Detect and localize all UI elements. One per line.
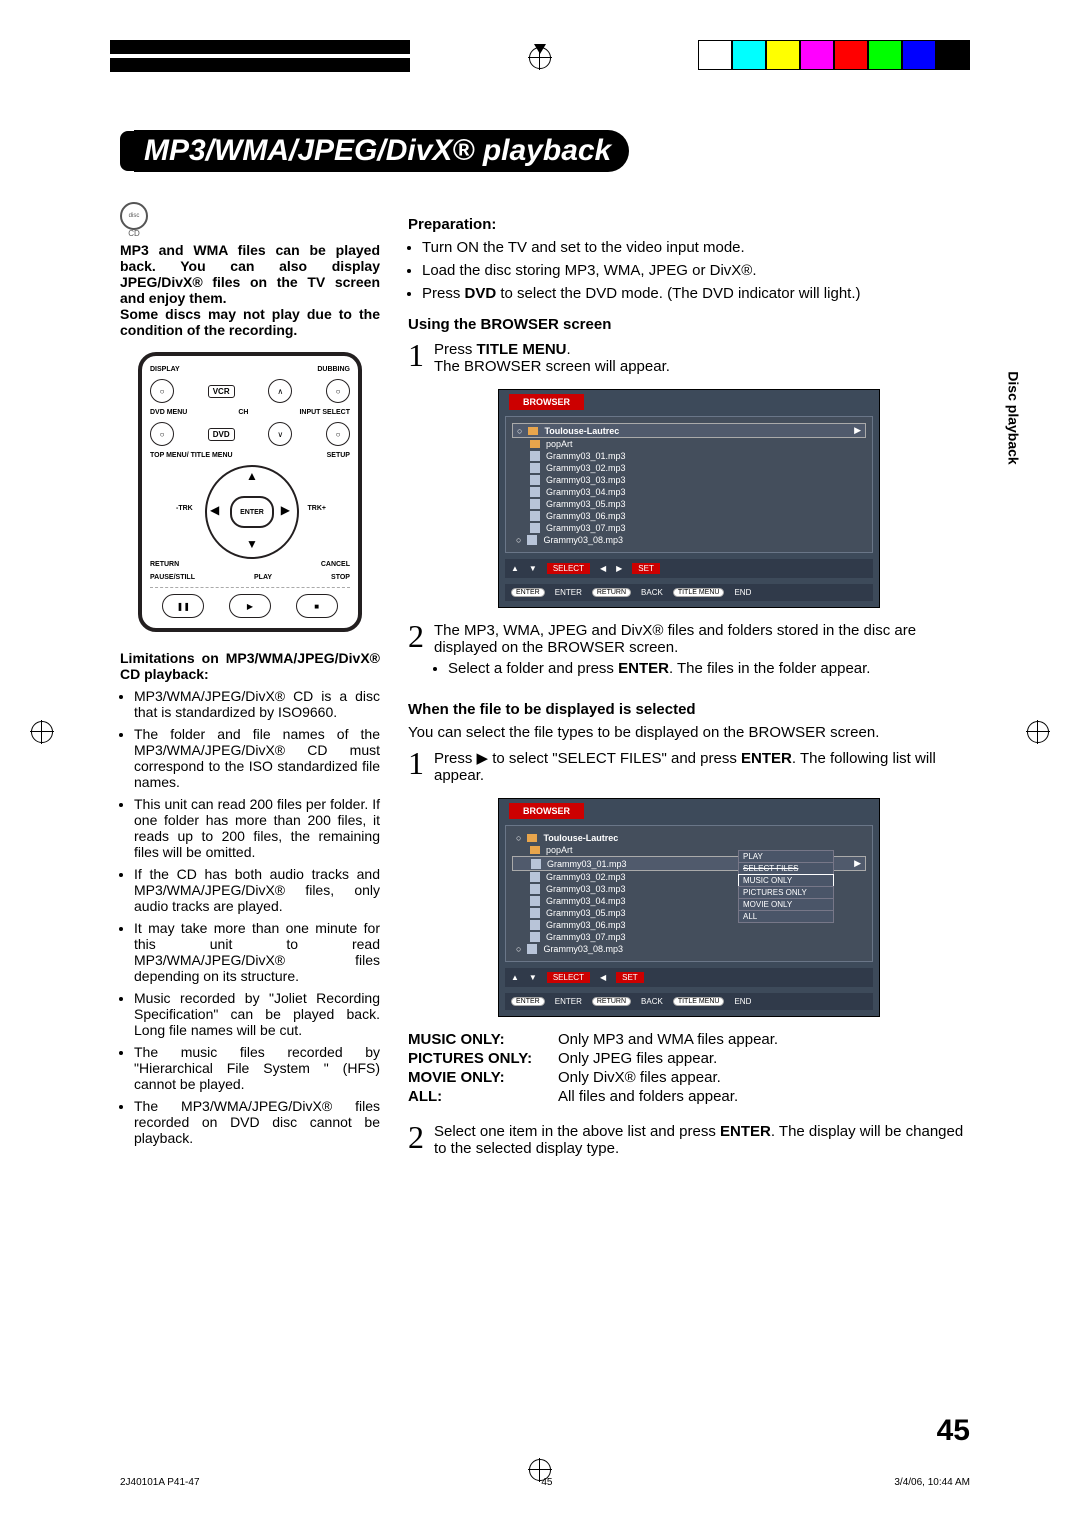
footer-left: 2J40101A P41-47 bbox=[120, 1477, 200, 1488]
file-type-definitions: MUSIC ONLY:Only MP3 and WMA files appear… bbox=[408, 1031, 970, 1105]
step-2-select: 2 Select one item in the above list and … bbox=[408, 1123, 970, 1157]
limitations-list: MP3/WMA/JPEG/DivX® CD is a disc that is … bbox=[134, 688, 380, 1146]
registration-mark-left bbox=[30, 720, 54, 744]
intro-text: MP3 and WMA files can be played back. Yo… bbox=[120, 242, 380, 338]
page-title-bar: MP3/WMA/JPEG/DivX® playback bbox=[120, 130, 970, 172]
browser-screenshot-2: BROWSER ○Toulouse-Lautrec popArt Grammy0… bbox=[498, 798, 880, 1017]
footer: 2J40101A P41-47 45 3/4/06, 10:44 AM bbox=[120, 1477, 970, 1488]
registration-mark-right bbox=[1026, 720, 1050, 744]
footer-mid: 45 bbox=[541, 1477, 552, 1488]
footer-right: 3/4/06, 10:44 AM bbox=[894, 1477, 970, 1488]
preparation-list: Turn ON the TV and set to the video inpu… bbox=[422, 239, 970, 302]
step-1-browser: 1 Press TITLE MENU.The BROWSER screen wi… bbox=[408, 341, 970, 375]
step-1-select: 1 Press ▶ to select "SELECT FILES" and p… bbox=[408, 749, 970, 784]
preparation-heading: Preparation: bbox=[408, 216, 970, 233]
content-area: MP3/WMA/JPEG/DivX® playback disc MP3 and… bbox=[120, 130, 970, 1428]
registration-mark-top bbox=[528, 46, 552, 70]
limitations-heading: Limitations on MP3/WMA/JPEG/DivX® CD pla… bbox=[120, 650, 380, 682]
side-tab: Disc playback bbox=[1005, 371, 1021, 464]
browser-screenshot-1: BROWSER ○Toulouse-Lautrec▶ popArt Grammy… bbox=[498, 389, 880, 608]
print-color-bars bbox=[698, 40, 970, 70]
when-intro: You can select the file types to be disp… bbox=[408, 724, 970, 741]
step-2-browser: 2 The MP3, WMA, JPEG and DivX® files and… bbox=[408, 622, 970, 687]
remote-diagram: DISPLAYDUBBING ○VCR∧○ DVD MENUCHINPUT SE… bbox=[138, 352, 362, 632]
page-number: 45 bbox=[937, 1414, 970, 1448]
page-title: MP3/WMA/JPEG/DivX® playback bbox=[134, 130, 629, 172]
when-heading: When the file to be displayed is selecte… bbox=[408, 701, 970, 718]
print-black-bars bbox=[110, 40, 410, 54]
cd-icon: disc bbox=[120, 202, 148, 230]
browser-heading: Using the BROWSER screen bbox=[408, 316, 970, 333]
